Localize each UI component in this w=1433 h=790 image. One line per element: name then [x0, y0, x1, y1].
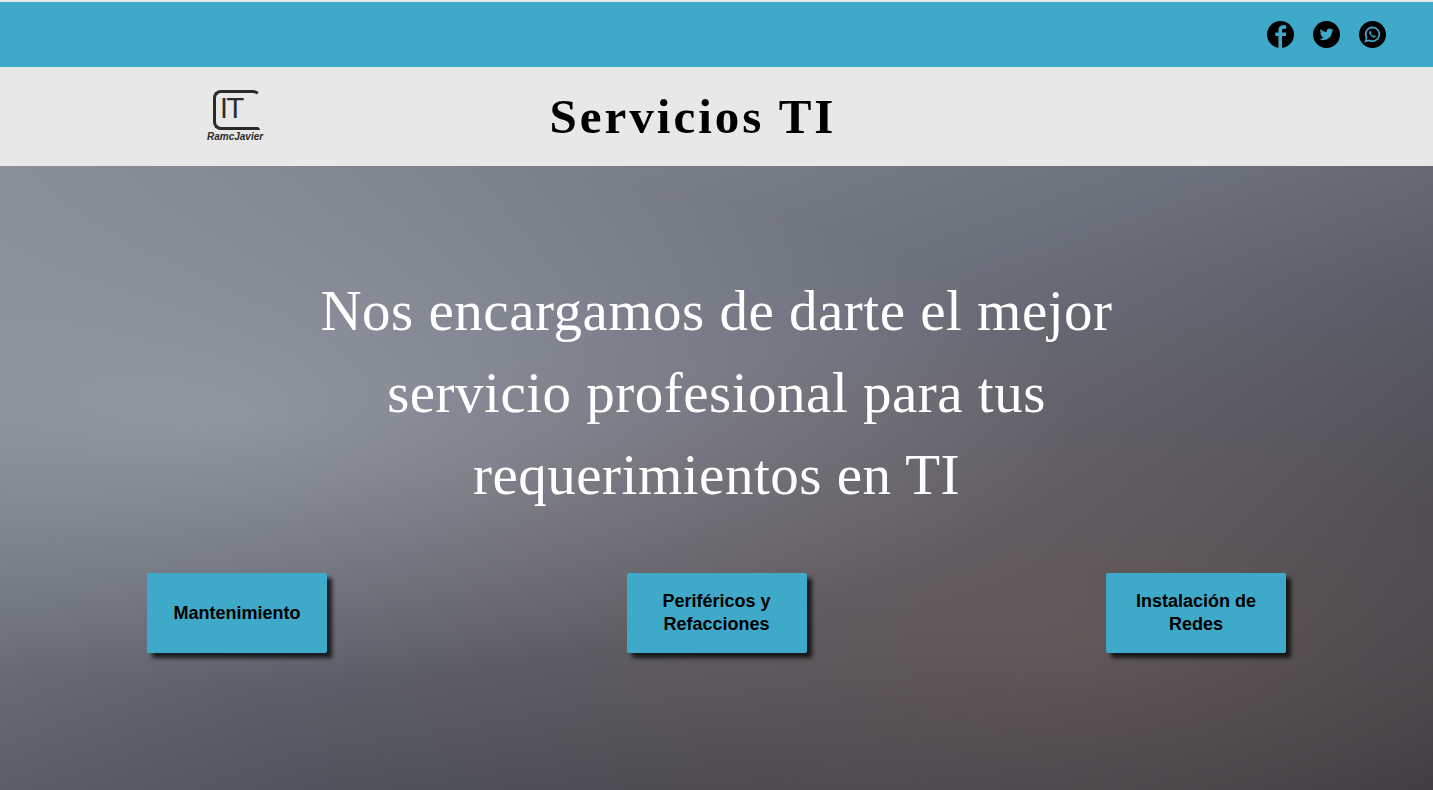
whatsapp-icon — [1359, 21, 1386, 48]
service-button[interactable]: Instalación de Redes — [1106, 573, 1286, 653]
site-title: Servicios TI — [280, 90, 1106, 144]
brand-logo[interactable]: IT RamcJavier — [205, 90, 280, 143]
service-button[interactable]: Mantenimiento — [147, 573, 327, 653]
hero-section: Nos encargamos de darte el mejor servici… — [0, 166, 1433, 790]
service-button[interactable]: Periféricos y Refacciones — [627, 573, 807, 653]
hero-headline: Nos encargamos de darte el mejor servici… — [237, 270, 1197, 516]
facebook-link[interactable] — [1267, 21, 1294, 48]
whatsapp-link[interactable] — [1359, 21, 1386, 48]
top-bar — [0, 0, 1433, 67]
twitter-link[interactable] — [1313, 21, 1340, 48]
facebook-icon — [1267, 21, 1294, 48]
site-header: IT RamcJavier Servicios TI — [0, 67, 1433, 166]
twitter-icon — [1313, 21, 1340, 48]
logo-caption: RamcJavier — [207, 131, 263, 143]
service-buttons: Mantenimiento Periféricos y Refacciones In… — [147, 573, 1286, 653]
logo-mark: IT — [213, 90, 261, 130]
